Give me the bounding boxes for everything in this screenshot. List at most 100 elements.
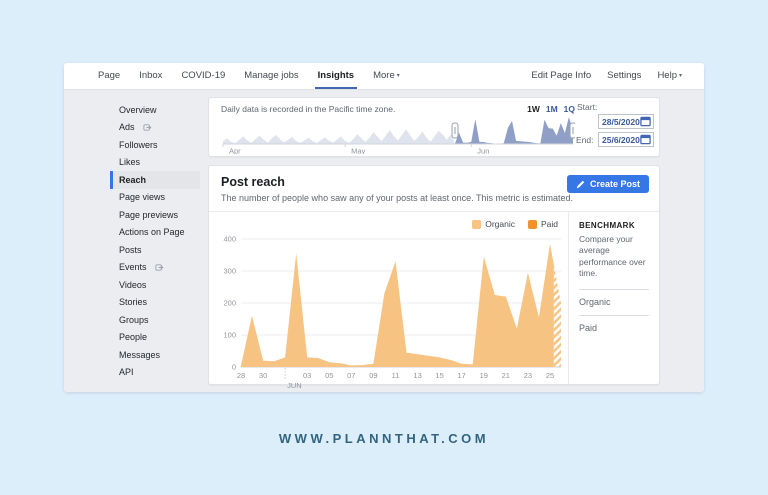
x-axis-label: 13 bbox=[413, 371, 421, 380]
mini-month-label: Apr bbox=[229, 147, 241, 155]
sidebar-item-label: Events bbox=[119, 262, 147, 273]
sidebar-item-api[interactable]: API bbox=[110, 364, 200, 382]
nav-tab-more[interactable]: More ▾ bbox=[373, 63, 400, 89]
sidebar-item-likes[interactable]: Likes bbox=[110, 154, 200, 172]
legend-entry-organic: Organic bbox=[472, 219, 515, 229]
caret-down-icon: ▾ bbox=[678, 73, 682, 79]
sidebar-item-label: Messages bbox=[119, 349, 161, 360]
sidebar-item-label: Likes bbox=[119, 157, 141, 168]
sidebar-item-ads[interactable]: Ads bbox=[110, 119, 200, 137]
range-link-1q[interactable]: 1Q bbox=[564, 104, 575, 114]
x-axis-label: 15 bbox=[435, 371, 443, 380]
sidebar-item-followers[interactable]: Followers bbox=[110, 136, 200, 154]
start-date-value[interactable]: 28/5/2020 bbox=[602, 117, 640, 127]
post-reach-header: Post reach The number of people who saw … bbox=[209, 166, 659, 212]
x-axis-label: 05 bbox=[325, 371, 333, 380]
content-area: Daily data is recorded in the Pacific ti… bbox=[208, 90, 704, 392]
nav-tab-manage-jobs[interactable]: Manage jobs bbox=[244, 63, 298, 89]
month-label: JUN bbox=[287, 381, 302, 390]
nav-tab-settings[interactable]: Settings bbox=[607, 63, 641, 89]
timeline-card: Daily data is recorded in the Pacific ti… bbox=[208, 97, 660, 157]
mini-month-label: May bbox=[351, 147, 365, 155]
benchmark-item-organic[interactable]: Organic bbox=[579, 290, 649, 316]
sidebar-item-label: Groups bbox=[119, 314, 149, 325]
date-range-slider-container: Apr May Jun bbox=[221, 114, 577, 159]
post-reach-card: Post reach The number of people who saw … bbox=[208, 165, 660, 390]
mini-month-label: Jun bbox=[477, 147, 489, 155]
sidebar-item-groups[interactable]: Groups bbox=[110, 311, 200, 329]
x-axis-label: 09 bbox=[369, 371, 377, 380]
sidebar-item-page-views[interactable]: Page views bbox=[110, 189, 200, 207]
y-axis-label: 300 bbox=[223, 267, 236, 276]
external-link-icon bbox=[142, 123, 152, 132]
sidebar-item-page-previews[interactable]: Page previews bbox=[110, 206, 200, 224]
x-axis-label: 07 bbox=[347, 371, 355, 380]
end-date-input[interactable]: 25/6/2020 bbox=[598, 132, 654, 147]
timezone-note: Daily data is recorded in the Pacific ti… bbox=[221, 104, 396, 114]
watermark-text: WWW.PLANNTHAT.COM bbox=[278, 431, 490, 446]
benchmark-items: Organic Paid bbox=[579, 290, 649, 341]
x-axis-label: 21 bbox=[502, 371, 510, 380]
nav-tab-page[interactable]: Page bbox=[98, 63, 120, 89]
sidebar-item-events[interactable]: Events bbox=[110, 259, 200, 277]
sidebar-item-label: Page previews bbox=[119, 209, 179, 220]
nav-left: Page Inbox COVID-19 Manage jobs Insights More… bbox=[98, 63, 400, 89]
nav-tab-inbox[interactable]: Inbox bbox=[139, 63, 162, 89]
create-post-button[interactable]: Create Post bbox=[566, 175, 649, 193]
sidebar-item-stories[interactable]: Stories bbox=[110, 294, 200, 312]
organic-area-partial bbox=[553, 264, 561, 367]
legend-swatch-paid bbox=[527, 219, 537, 229]
x-axis-label: 28 bbox=[237, 371, 245, 380]
date-range-slider[interactable]: Apr May Jun bbox=[221, 114, 577, 156]
y-axis-label: 400 bbox=[223, 235, 236, 244]
nav-tab-insights[interactable]: Insights bbox=[314, 63, 358, 89]
start-date-input[interactable]: 28/5/2020 bbox=[598, 114, 654, 129]
sidebar-item-videos[interactable]: Videos bbox=[110, 276, 200, 294]
sidebar-item-reach[interactable]: Reach bbox=[110, 171, 200, 189]
sidebar-item-label: Actions on Page bbox=[119, 227, 185, 238]
timeline-left: Daily data is recorded in the Pacific ti… bbox=[209, 98, 577, 159]
benchmark-title: BENCHMARK bbox=[579, 221, 636, 230]
slider-handle-left[interactable] bbox=[451, 122, 459, 139]
range-links: 1W 1M 1Q bbox=[527, 104, 575, 114]
benchmark-item-paid[interactable]: Paid bbox=[579, 316, 649, 341]
range-link-1m[interactable]: 1M bbox=[546, 104, 558, 114]
end-date-value[interactable]: 25/6/2020 bbox=[602, 135, 640, 145]
nav-tab-help[interactable]: Help ▾ bbox=[657, 63, 682, 89]
sidebar-item-label: API bbox=[119, 367, 134, 378]
legend-entry-paid: Paid bbox=[527, 219, 558, 229]
sidebar-item-label: Posts bbox=[119, 244, 142, 255]
y-axis-label: 100 bbox=[223, 331, 236, 340]
nav-tab-covid-19[interactable]: COVID-19 bbox=[181, 63, 225, 89]
sidebar-item-messages[interactable]: Messages bbox=[110, 346, 200, 364]
x-axis-label: 30 bbox=[259, 371, 267, 380]
sidebar-item-label: Ads bbox=[119, 122, 135, 133]
external-link-icon bbox=[154, 263, 164, 272]
post-reach-description: The number of people who saw any of your… bbox=[221, 193, 574, 203]
post-reach-chart-zone: Organic Paid 0 100 200 300 400 JUN 28 30 03 05 07 09… bbox=[209, 212, 568, 390]
calendar-icon[interactable] bbox=[640, 116, 651, 127]
x-axis-label: 03 bbox=[303, 371, 311, 380]
sidebar-item-overview[interactable]: Overview bbox=[110, 101, 200, 119]
sidebar-item-actions-on-page[interactable]: Actions on Page bbox=[110, 224, 200, 242]
x-axis-label: 17 bbox=[458, 371, 466, 380]
caret-down-icon: ▾ bbox=[396, 73, 400, 79]
organic-area bbox=[241, 243, 554, 367]
post-reach-chart: 0 100 200 300 400 JUN 28 30 03 05 07 09 11 13 15 17 19 21… bbox=[215, 229, 568, 392]
sidebar-item-label: Stories bbox=[119, 297, 148, 308]
range-link-1w[interactable]: 1W bbox=[527, 104, 540, 114]
sidebar-item-label: Page views bbox=[119, 192, 166, 203]
nav-tab-edit-page-info[interactable]: Edit Page Info bbox=[531, 63, 591, 89]
sidebar-item-people[interactable]: People bbox=[110, 329, 200, 347]
sidebar-item-posts[interactable]: Posts bbox=[110, 241, 200, 259]
y-axis-label: 200 bbox=[223, 299, 236, 308]
insights-app-window: Page Inbox COVID-19 Manage jobs Insights More… bbox=[64, 63, 704, 392]
x-axis-label: 11 bbox=[392, 371, 400, 380]
create-post-label: Create Post bbox=[589, 179, 640, 189]
calendar-icon[interactable] bbox=[640, 134, 651, 145]
sidebar-item-label: Followers bbox=[119, 139, 158, 150]
chart-legend: Organic Paid bbox=[472, 219, 558, 229]
legend-label: Organic bbox=[485, 219, 515, 229]
pencil-icon bbox=[576, 180, 585, 188]
sidebar-item-label: Videos bbox=[119, 279, 147, 290]
